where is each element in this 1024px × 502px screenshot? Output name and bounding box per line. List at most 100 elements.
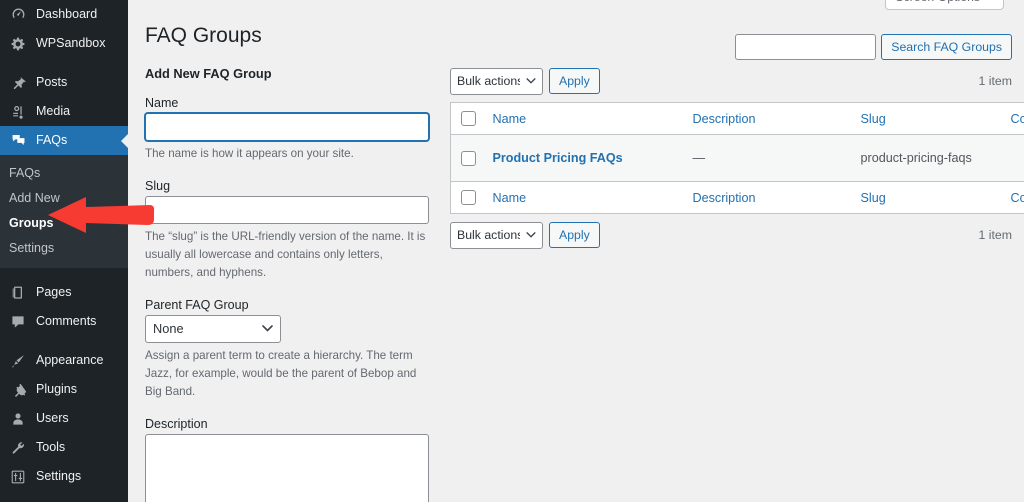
search-faq-groups-button[interactable]: Search FAQ Groups [881,34,1012,60]
name-input[interactable] [145,113,429,141]
row-checkbox[interactable] [461,151,476,166]
sidebar-item-label: Dashboard [36,8,97,21]
admin-sidebar: Dashboard WPSandbox Posts Media [0,0,128,502]
item-count-bottom: 1 item [979,228,1013,242]
slug-input[interactable] [145,196,429,224]
row-name-cell: Product Pricing FAQs [483,135,683,182]
plugins-plug-icon [9,381,27,399]
pages-icon [9,284,27,302]
column-footer-description[interactable]: Description [683,182,851,214]
sidebar-item-label: Appearance [36,354,103,367]
bulk-actions-select-bottom[interactable]: Bulk actions [450,222,543,249]
column-footer-slug[interactable]: Slug [851,182,1001,214]
sidebar-separator [0,336,128,346]
table-header-row: Name Description Slug Count [451,103,1024,135]
sidebar-item-label: Posts [36,76,67,89]
name-field-label: Name [145,96,435,113]
parent-field-label: Parent FAQ Group [145,298,435,315]
parent-select-wrapper: None [145,315,281,343]
parent-field-help: Assign a parent term to create a hierarc… [145,347,429,401]
slug-field-help: The “slug” is the URL-friendly version o… [145,228,429,282]
bulk-actions-wrapper-top: Bulk actions [450,68,543,95]
sidebar-item-posts[interactable]: Posts [0,68,128,97]
sidebar-subitem-add-new[interactable]: Add New [0,186,128,211]
faqs-bubbles-icon [9,132,27,150]
column-header-name[interactable]: Name [483,103,683,135]
sidebar-item-faqs[interactable]: FAQs [0,126,128,155]
row-slug-cell: product-pricing-faqs [851,135,1001,182]
select-all-checkbox-top[interactable] [461,111,476,126]
sidebar-item-label: Comments [36,315,96,328]
media-icon [9,103,27,121]
slug-field-label: Slug [145,179,435,196]
parent-faq-group-select[interactable]: None [145,315,281,343]
sidebar-item-label: Media [36,105,70,118]
row-title-link[interactable]: Product Pricing FAQs [493,151,623,165]
sidebar-subitem-settings[interactable]: Settings [0,236,128,261]
sidebar-item-label: Plugins [36,383,77,396]
table-footer-row: Name Description Slug Count [451,182,1024,214]
table-row: Product Pricing FAQs — product-pricing-f… [451,135,1024,182]
select-all-checkbox-bottom[interactable] [461,190,476,205]
table-head: Name Description Slug Count [451,103,1024,135]
gear-icon [9,35,27,53]
tablenav-top: Bulk actions Apply 1 item [450,66,1012,96]
search-input[interactable] [735,34,876,60]
item-count-top: 1 item [979,74,1013,88]
sidebar-item-comments[interactable]: Comments [0,307,128,336]
tools-wrench-icon [9,439,27,457]
column-footer-name[interactable]: Name [483,182,683,214]
dashboard-icon [9,6,27,24]
select-all-header [451,103,483,135]
users-icon [9,410,27,428]
apply-button-top[interactable]: Apply [549,68,600,94]
name-field-help: The name is how it appears on your site. [145,145,429,163]
table-body: Product Pricing FAQs — product-pricing-f… [451,135,1024,182]
bulk-actions-select-top[interactable]: Bulk actions [450,68,543,95]
sidebar-item-dashboard[interactable]: Dashboard [0,0,128,29]
sidebar-subitem-groups[interactable]: Groups [0,211,128,236]
row-count-cell: 3 [1001,135,1024,182]
apply-button-bottom[interactable]: Apply [549,222,600,248]
sidebar-subitem-faqs[interactable]: FAQs [0,161,128,186]
description-field-label: Description [145,417,435,434]
wordpress-admin-screen: Dashboard WPSandbox Posts Media [0,0,1024,502]
screen-options-label: Screen Options [895,0,980,4]
sidebar-item-users[interactable]: Users [0,404,128,433]
tablenav-bottom: Bulk actions Apply 1 item [450,220,1012,250]
sidebar-item-label: Settings [36,470,81,483]
sidebar-item-pages[interactable]: Pages [0,278,128,307]
appearance-brush-icon [9,352,27,370]
screen-options-tab[interactable]: Screen Options ▼ [885,0,1004,10]
sidebar-item-media[interactable]: Media [0,97,128,126]
sidebar-item-label: Users [36,412,69,425]
pin-icon [9,74,27,92]
column-footer-count[interactable]: Count [1001,182,1024,214]
sidebar-item-plugins[interactable]: Plugins [0,375,128,404]
sidebar-item-label: Tools [36,441,65,454]
search-form: Search FAQ Groups [735,34,1012,60]
sidebar-separator [0,268,128,278]
settings-sliders-icon [9,468,27,486]
sidebar-item-tools[interactable]: Tools [0,433,128,462]
terms-table: Name Description Slug Count Product Pric… [450,102,1024,214]
chevron-down-icon: ▼ [985,0,994,2]
sidebar-item-settings[interactable]: Settings [0,462,128,491]
comments-icon [9,313,27,331]
description-textarea[interactable] [145,434,429,502]
column-header-description[interactable]: Description [683,103,851,135]
sidebar-item-appearance[interactable]: Appearance [0,346,128,375]
table-foot: Name Description Slug Count [451,182,1024,214]
sidebar-item-label: WPSandbox [36,37,105,50]
row-description-cell: — [683,135,851,182]
column-header-count[interactable]: Count [1001,103,1024,135]
form-heading: Add New FAQ Group [145,66,435,81]
row-select-cell [451,135,483,182]
column-header-slug[interactable]: Slug [851,103,1001,135]
faq-groups-list-table: Bulk actions Apply 1 item Name [450,66,1012,250]
sidebar-item-label: Pages [36,286,71,299]
sidebar-item-wpsandbox[interactable]: WPSandbox [0,29,128,58]
sidebar-item-label: FAQs [36,134,67,147]
sidebar-submenu-faqs: FAQs Add New Groups Settings [0,155,128,268]
add-new-faq-group-form: Add New FAQ Group Name The name is how i… [145,66,435,502]
